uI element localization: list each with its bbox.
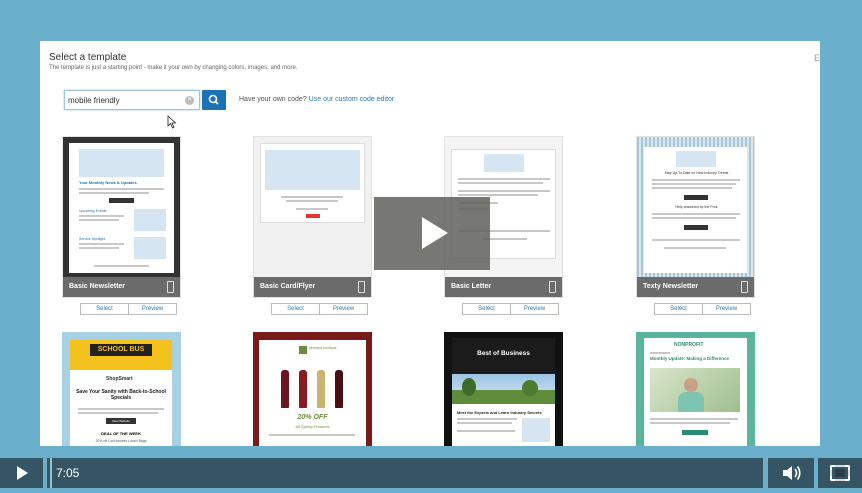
search-button[interactable]: [202, 90, 226, 110]
fullscreen-icon: [830, 465, 850, 481]
volume-button[interactable]: [768, 458, 814, 488]
select-button[interactable]: Select: [81, 304, 129, 314]
play-button[interactable]: [0, 458, 43, 488]
template-name: Texty Newsletter: [637, 277, 754, 297]
play-icon: [17, 466, 28, 480]
thumb-texty-sub: Help answered by the Pros: [675, 205, 718, 209]
template-actions: Select Preview: [80, 303, 177, 315]
page-title: Select a template: [49, 52, 127, 63]
template-thumbnail: vineyard boutique 20% OFF All Spring Pro…: [253, 332, 372, 446]
template-card-nonprofit[interactable]: NONPROFIT Monthly Update: Making a Diffe…: [636, 332, 755, 446]
thumb-view-website: View Website: [106, 418, 136, 424]
thumb-headline: Your Monthly News & Updates: [79, 180, 137, 185]
progress-indicator: [50, 458, 52, 488]
custom-code-editor-link[interactable]: Use our custom code editor: [309, 96, 395, 103]
mobile-icon: [549, 281, 556, 293]
thumb-meet: Meet the Experts and Learn Industry Secr…: [457, 410, 542, 415]
preview-button[interactable]: Preview: [703, 304, 750, 314]
thumb-school-bus: SCHOOL BUS: [90, 344, 152, 356]
template-name-text: Basic Card/Flyer: [260, 283, 316, 290]
select-button[interactable]: Select: [272, 304, 320, 314]
exit-link[interactable]: E: [814, 53, 820, 63]
template-actions: Select Preview: [654, 303, 751, 315]
template-name: Basic Letter: [445, 277, 562, 297]
page-subtitle: The template is just a starting point - …: [49, 65, 298, 71]
template-thumbnail: [254, 137, 371, 277]
thumb-best: Best of Business: [477, 350, 530, 357]
template-actions: Select Preview: [462, 303, 559, 315]
template-thumbnail: NONPROFIT Monthly Update: Making a Diffe…: [636, 332, 755, 446]
thumb-texty-headline: Stay Up-To-Date on New Industry Trends: [664, 171, 729, 175]
template-thumbnail: SCHOOL BUS ShopSmart Save Your Sanity wi…: [62, 332, 181, 446]
template-name-text: Texty Newsletter: [643, 283, 699, 290]
mobile-icon: [167, 281, 174, 293]
thumb-deal: DEAL OF THE WEEK: [101, 431, 141, 436]
preview-button[interactable]: Preview: [129, 304, 176, 314]
mobile-icon: [741, 281, 748, 293]
video-controls: 7:05: [0, 458, 862, 488]
template-thumbnail: Stay Up-To-Date on New Industry Trends H…: [637, 137, 754, 277]
thumb-deal-sub: 20% off Lunchboxes Lunch Bags: [95, 439, 147, 443]
template-card-vineyard[interactable]: vineyard boutique 20% OFF All Spring Pro…: [253, 332, 372, 446]
fullscreen-button[interactable]: [818, 458, 862, 488]
preview-button[interactable]: Preview: [511, 304, 558, 314]
template-actions: Select Preview: [271, 303, 368, 315]
progress-bar[interactable]: 7:05: [47, 458, 763, 488]
time-display: 7:05: [56, 466, 80, 480]
thumb-spotlight: Service Spotlight: [79, 237, 106, 241]
template-thumbnail: Your Monthly News & Updates Upcoming Eve…: [63, 137, 180, 277]
thumb-shopsmart: ShopSmart: [106, 376, 133, 382]
template-card-basic-card-flyer[interactable]: Basic Card/Flyer: [253, 136, 372, 298]
template-card-school[interactable]: SCHOOL BUS ShopSmart Save Your Sanity wi…: [62, 332, 181, 446]
thumb-save-sanity: Save Your Sanity with Back-to-School Spe…: [76, 389, 166, 401]
template-card-basic-newsletter[interactable]: Your Monthly News & Updates Upcoming Eve…: [62, 136, 181, 298]
thumb-nonprofit: NONPROFIT: [674, 342, 704, 348]
own-code-text: Have your own code? Use our custom code …: [239, 96, 394, 103]
thumb-monthly: Monthly Update: Making a Difference: [650, 356, 730, 361]
template-card-best-of-business[interactable]: Best of Business Meet the Experts and Le…: [444, 332, 563, 446]
search-icon: [208, 94, 219, 105]
clear-icon[interactable]: ✕: [185, 96, 194, 105]
preview-button[interactable]: Preview: [320, 304, 367, 314]
mobile-icon: [358, 281, 365, 293]
mouse-cursor-icon: [167, 115, 177, 129]
thumb-spring: All Spring Products: [295, 424, 330, 429]
select-button[interactable]: Select: [655, 304, 703, 314]
thumb-vineyard: vineyard boutique: [309, 346, 337, 350]
search-input[interactable]: [68, 93, 178, 108]
template-name-text: Basic Newsletter: [69, 283, 126, 290]
template-name: Basic Card/Flyer: [254, 277, 371, 297]
template-thumbnail: Best of Business Meet the Experts and Le…: [444, 332, 563, 446]
own-code-prefix: Have your own code?: [239, 96, 307, 103]
thumb-upcoming: Upcoming Events: [79, 209, 107, 213]
select-button[interactable]: Select: [463, 304, 511, 314]
template-card-texty-newsletter[interactable]: Stay Up-To-Date on New Industry Trends H…: [636, 136, 755, 298]
template-name-text: Basic Letter: [451, 283, 492, 290]
volume-icon: [783, 466, 801, 480]
play-icon: [422, 217, 448, 249]
play-overlay-button[interactable]: [374, 197, 490, 270]
search-box[interactable]: ✕: [64, 90, 200, 110]
template-name: Basic Newsletter: [63, 277, 180, 297]
thumb-off: 20% OFF: [297, 414, 328, 421]
